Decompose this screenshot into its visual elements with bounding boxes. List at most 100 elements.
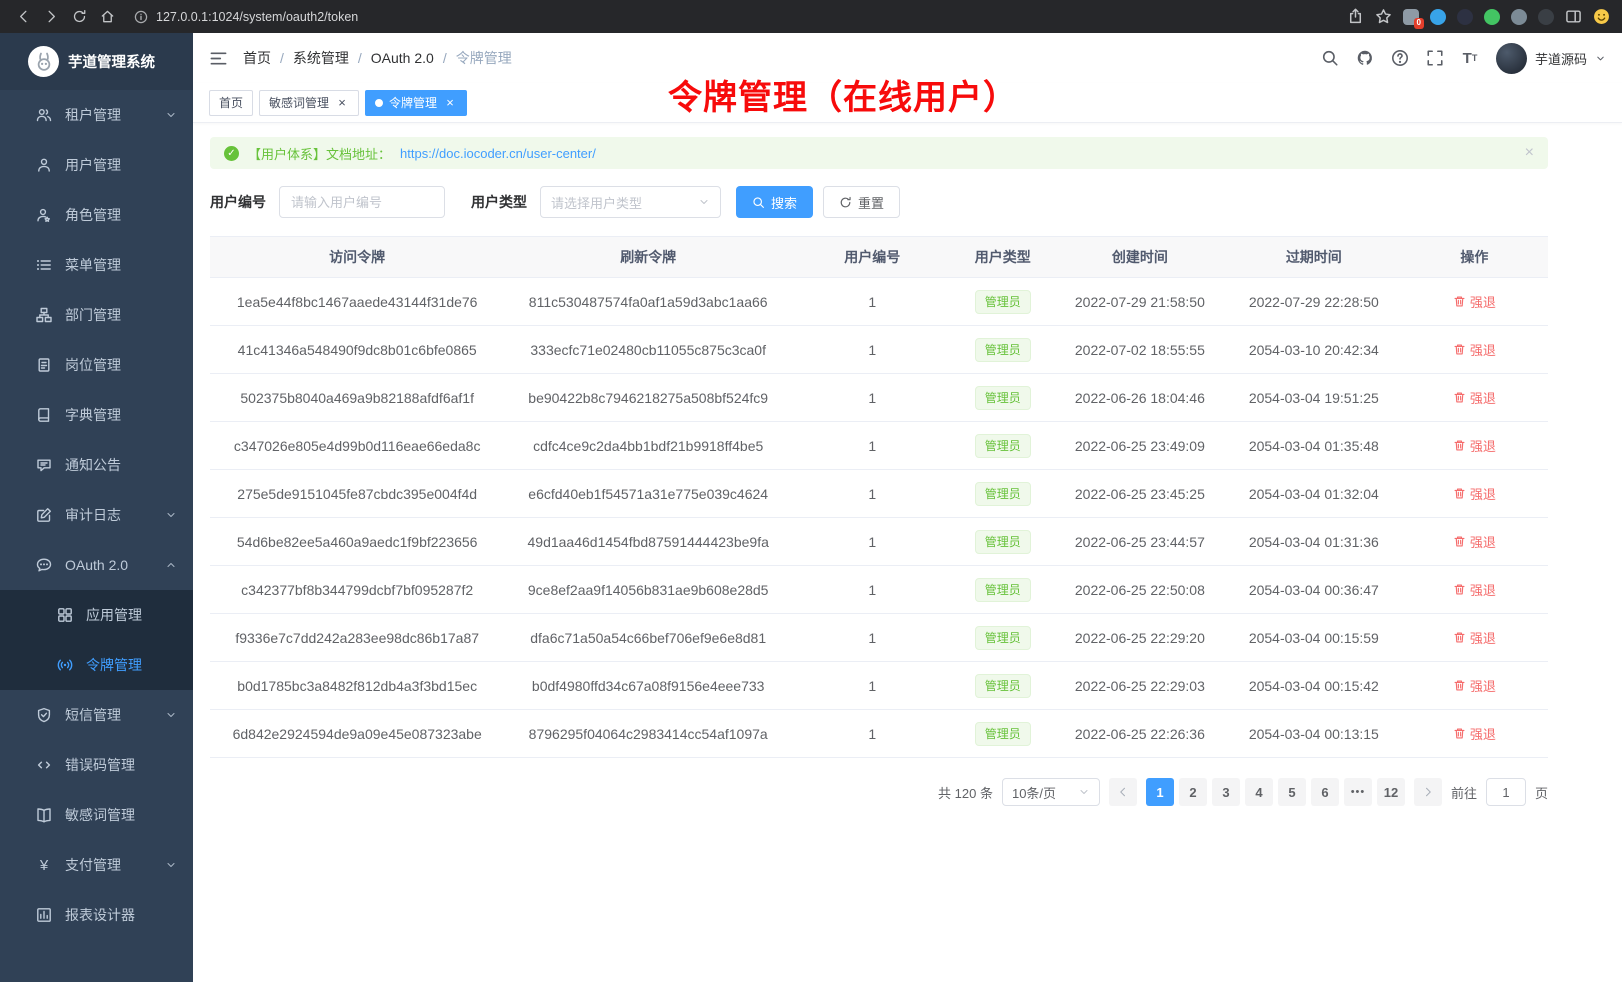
user-type-badge: 管理员 — [975, 290, 1031, 314]
reset-button[interactable]: 重置 — [823, 186, 900, 218]
force-logout-button[interactable]: 强退 — [1453, 436, 1496, 455]
breadcrumb-separator: / — [443, 50, 447, 66]
refresh-token-cell: be90422b8c7946218275a508bf524fc9 — [504, 374, 792, 422]
profile-emoji-icon[interactable] — [1593, 8, 1610, 25]
force-logout-button[interactable]: 强退 — [1453, 292, 1496, 311]
column-header: 刷新令牌 — [504, 237, 792, 278]
sidebar-item-oauth2-app[interactable]: 应用管理 — [0, 590, 193, 640]
user-type-label: 用户类型 — [471, 192, 527, 212]
page-button-6[interactable]: 6 — [1311, 778, 1339, 806]
tab-home[interactable]: 首页 — [209, 90, 253, 116]
sidebar-item-pay[interactable]: ¥支付管理 — [0, 840, 193, 890]
table-row: 6d842e2924594de9a09e45e087323abe8796295f… — [210, 710, 1548, 758]
extension-globe-icon[interactable] — [1457, 9, 1473, 25]
breadcrumb-item[interactable]: 首页 — [243, 48, 271, 68]
force-logout-button[interactable]: 强退 — [1453, 532, 1496, 551]
extension-puzzle-icon[interactable] — [1511, 9, 1527, 25]
user-type-badge: 管理员 — [975, 578, 1031, 602]
site-info-icon[interactable] — [134, 10, 148, 24]
sidebar-item-sms[interactable]: 短信管理 — [0, 690, 193, 740]
force-logout-button[interactable]: 强退 — [1453, 628, 1496, 647]
pager-more-button[interactable]: ••• — [1344, 778, 1372, 806]
breadcrumb-item[interactable]: 系统管理 — [293, 48, 349, 68]
tab-sensitive-word[interactable]: 敏感词管理× — [259, 90, 359, 116]
force-logout-button[interactable]: 强退 — [1453, 724, 1496, 743]
force-logout-button[interactable]: 强退 — [1453, 340, 1496, 359]
user-type-select[interactable]: 请选择用户类型 — [540, 186, 721, 218]
trash-icon — [1453, 679, 1466, 692]
sidebar-item-dict[interactable]: 字典管理 — [0, 390, 193, 440]
extension-pixel-icon[interactable]: 0 — [1403, 9, 1419, 25]
filter-bar: 用户编号 用户类型 请选择用户类型 搜索 — [210, 186, 1548, 218]
breadcrumb-item[interactable]: OAuth 2.0 — [371, 50, 434, 66]
doc-link[interactable]: https://doc.iocoder.cn/user-center/ — [400, 146, 596, 161]
forward-icon[interactable] — [38, 5, 64, 29]
access-token-cell: 275e5de9151045fe87cbdc395e004f4d — [210, 470, 504, 518]
share-icon[interactable] — [1347, 8, 1364, 25]
extension-drop-icon[interactable] — [1430, 9, 1446, 25]
user-id-input[interactable] — [279, 186, 445, 218]
prev-page-button[interactable] — [1109, 778, 1137, 806]
reload-icon[interactable] — [66, 5, 92, 29]
font-size-icon[interactable]: TT — [1461, 49, 1479, 67]
extension-paw-icon[interactable] — [1538, 9, 1554, 25]
hamburger-icon[interactable] — [209, 49, 228, 68]
back-icon[interactable] — [10, 5, 36, 29]
refresh-token-cell: b0df4980ffd34c67a08f9156e4eee733 — [504, 662, 792, 710]
sidebar-item-sensitive-word[interactable]: 敏感词管理 — [0, 790, 193, 840]
goto-page-input[interactable] — [1486, 778, 1526, 806]
badge-icon — [36, 357, 52, 373]
search-button[interactable]: 搜索 — [736, 186, 813, 218]
tab-close-icon[interactable]: × — [443, 96, 457, 110]
address-bar[interactable]: 127.0.0.1:1024/system/oauth2/token — [134, 10, 1345, 24]
next-page-button[interactable] — [1414, 778, 1442, 806]
sidebar-item-role[interactable]: 角色管理 — [0, 190, 193, 240]
sidebar-item-oauth2[interactable]: OAuth 2.0 — [0, 540, 193, 590]
sidebar-item-menu[interactable]: 菜单管理 — [0, 240, 193, 290]
fullscreen-icon[interactable] — [1426, 49, 1444, 67]
sidebar-item-dept[interactable]: 部门管理 — [0, 290, 193, 340]
github-icon[interactable] — [1356, 49, 1374, 67]
user-id-label: 用户编号 — [210, 192, 266, 212]
force-logout-button[interactable]: 强退 — [1453, 676, 1496, 695]
page-button-3[interactable]: 3 — [1212, 778, 1240, 806]
sidebar-item-post[interactable]: 岗位管理 — [0, 340, 193, 390]
created-at-cell: 2022-06-25 22:50:08 — [1053, 566, 1227, 614]
sidebar-item-error-code[interactable]: 错误码管理 — [0, 740, 193, 790]
page-size-select[interactable]: 10条/页 — [1002, 778, 1100, 806]
page-button-4[interactable]: 4 — [1245, 778, 1273, 806]
search-icon[interactable] — [1321, 49, 1339, 67]
extension-green-icon[interactable] — [1484, 9, 1500, 25]
sidebar-item-notice[interactable]: 通知公告 — [0, 440, 193, 490]
page-button-5[interactable]: 5 — [1278, 778, 1306, 806]
page-button-12[interactable]: 12 — [1377, 778, 1405, 806]
sidebar-item-tenant[interactable]: 租户管理 — [0, 90, 193, 140]
force-logout-button[interactable]: 强退 — [1453, 484, 1496, 503]
split-view-icon[interactable] — [1565, 8, 1582, 25]
home-icon[interactable] — [94, 5, 120, 29]
user-type-cell: 管理员 — [953, 518, 1053, 566]
tab-close-icon[interactable]: × — [335, 96, 349, 110]
action-cell: 强退 — [1401, 374, 1548, 422]
bookmark-star-icon[interactable] — [1375, 8, 1392, 25]
user-type-badge: 管理员 — [975, 482, 1031, 506]
user-type-badge: 管理员 — [975, 434, 1031, 458]
sidebar-item-report-designer[interactable]: 报表设计器 — [0, 890, 193, 940]
notice-close-icon[interactable]: × — [1525, 145, 1534, 161]
sidebar-item-user[interactable]: 用户管理 — [0, 140, 193, 190]
page-button-1[interactable]: 1 — [1146, 778, 1174, 806]
created-at-cell: 2022-06-26 18:04:46 — [1053, 374, 1227, 422]
tab-token[interactable]: 令牌管理× — [365, 90, 467, 116]
page-button-2[interactable]: 2 — [1179, 778, 1207, 806]
force-logout-button[interactable]: 强退 — [1453, 580, 1496, 599]
force-logout-button[interactable]: 强退 — [1453, 388, 1496, 407]
sidebar-item-audit-log[interactable]: 审计日志 — [0, 490, 193, 540]
user-name: 芋道源码 — [1535, 49, 1587, 68]
app-logo[interactable]: 芋道管理系统 — [0, 33, 193, 90]
app-title: 芋道管理系统 — [68, 51, 155, 72]
user-menu[interactable]: 芋道源码 — [1496, 43, 1606, 74]
help-icon[interactable] — [1391, 49, 1409, 67]
search-icon — [752, 196, 765, 209]
sidebar-item-oauth2-token[interactable]: 令牌管理 — [0, 640, 193, 690]
user-type-badge: 管理员 — [975, 626, 1031, 650]
